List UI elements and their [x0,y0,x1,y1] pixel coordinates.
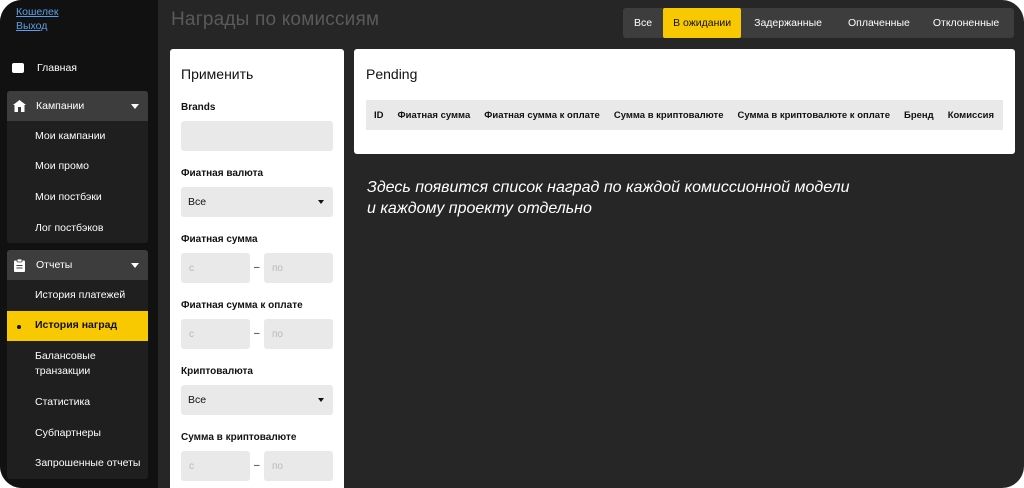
sidebar-item-home[interactable]: Главная [8,54,148,82]
filter-title: Применить [181,66,254,82]
tab-pending[interactable]: В ожидании [663,8,742,38]
column-header-crypto-amount[interactable]: Сумма в криптовалюте [606,110,730,121]
sidebar-item-reports[interactable]: Отчеты [7,250,148,280]
sidebar-item-my-postbacks[interactable]: Мои постбэки [7,182,148,213]
crypto-amount-label: Сумма в криптовалюте [181,432,297,443]
range-dash: – [254,328,260,339]
sidebar-item-label: Балансовые транзакции [35,350,96,378]
brands-label: Brands [181,102,216,113]
tab-all[interactable]: Все [623,8,663,38]
fiat-payable-to-input[interactable] [264,319,333,349]
top-links: Кошелек Выход [16,5,58,33]
fiat-amount-to-input[interactable] [264,253,333,283]
chevron-down-icon [131,104,139,109]
column-header-id[interactable]: ID [366,110,390,121]
sidebar-item-subpartners[interactable]: Субпартнеры [7,418,148,449]
column-header-commission[interactable]: Комиссия [940,110,1000,121]
fiat-payable-label: Фиатная сумма к оплате [181,300,303,311]
crypto-label: Криптовалюта [181,366,253,377]
fiat-payable-from-input[interactable] [181,319,250,349]
crypto-amount-to-input[interactable] [264,451,333,481]
home-icon [12,63,24,73]
tab-paid[interactable]: Оплаченные [835,8,923,38]
crypto-value: Все [188,394,207,406]
fiat-currency-value: Все [188,196,207,208]
range-dash: – [254,460,260,471]
sidebar-item-campaigns[interactable]: Кампании [7,91,148,121]
fiat-currency-label: Фиатная валюта [181,168,264,179]
sidebar-item-my-promo[interactable]: Мои промо [7,152,148,183]
sidebar-item-label: Главная [37,62,77,74]
table-title: Pending [366,66,418,82]
column-header-fiat-payable[interactable]: Фиатная сумма к оплате [476,110,606,121]
sidebar-item-postback-log[interactable]: Лог постбэков [7,213,148,244]
wallet-link[interactable]: Кошелек [16,5,58,19]
status-tabs: Все В ожидании Задержанные Оплаченные От… [623,8,1014,38]
house-icon [13,100,26,113]
sidebar-group-reports: Отчеты История платежей История наград Б… [7,250,148,479]
active-dot [17,324,21,329]
annotation-line: Здесь появится список наград по каждой к… [367,179,850,196]
logout-link[interactable]: Выход [16,19,58,33]
crypto-amount-from-input[interactable] [181,451,250,481]
annotation-line: и каждому проекту отдельно [367,200,592,217]
chevron-down-icon [318,200,324,204]
sidebar-item-label: История наград [35,319,118,332]
rewards-table-panel: Pending ID Фиатная сумма Фиатная сумма к… [354,49,1015,154]
sidebar-item-statistics[interactable]: Статистика [7,387,148,418]
sidebar-item-rewards-history[interactable]: История наград [7,310,148,342]
crypto-select[interactable]: Все [181,385,333,415]
column-header-brand[interactable]: Бренд [896,110,940,121]
column-header-fiat-amount[interactable]: Фиатная сумма [390,110,477,121]
clipboard-icon [13,258,26,272]
column-header-crypto-payable[interactable]: Сумма в криптовалюте к оплате [730,110,897,121]
sidebar-group-campaigns: Кампании Мои кампании Мои промо Мои пост… [7,91,148,244]
annotation-note: Здесь появится список наград по каждой к… [367,177,987,219]
sidebar-item-payment-history[interactable]: История платежей [7,280,148,311]
chevron-down-icon [131,263,139,268]
tab-delayed[interactable]: Задержанные [741,8,835,38]
table-header: ID Фиатная сумма Фиатная сумма к оплате … [366,100,1003,130]
filter-panel: Применить Brands Фиатная валюта Все Фиат… [170,49,344,488]
sidebar: Кошелек Выход Главная Кампании Мои кампа… [0,0,158,488]
range-dash: – [254,262,260,273]
fiat-amount-from-input[interactable] [181,253,250,283]
sidebar-item-label: Кампании [36,100,85,112]
chevron-down-icon [318,398,324,402]
app-window: Кошелек Выход Главная Кампании Мои кампа… [0,0,1024,488]
sidebar-item-my-campaigns[interactable]: Мои кампании [7,121,148,152]
sidebar-item-label: Отчеты [36,259,73,271]
tab-rejected[interactable]: Отклоненные [923,8,1009,38]
sidebar-item-requested-reports[interactable]: Запрошенные отчеты [7,448,148,479]
page-title: Награды по комиссиям [171,9,380,30]
fiat-currency-select[interactable]: Все [181,187,333,217]
sidebar-item-balance-transactions[interactable]: Балансовые транзакции [7,341,148,387]
brands-select[interactable] [181,121,333,151]
fiat-amount-label: Фиатная сумма [181,234,258,245]
